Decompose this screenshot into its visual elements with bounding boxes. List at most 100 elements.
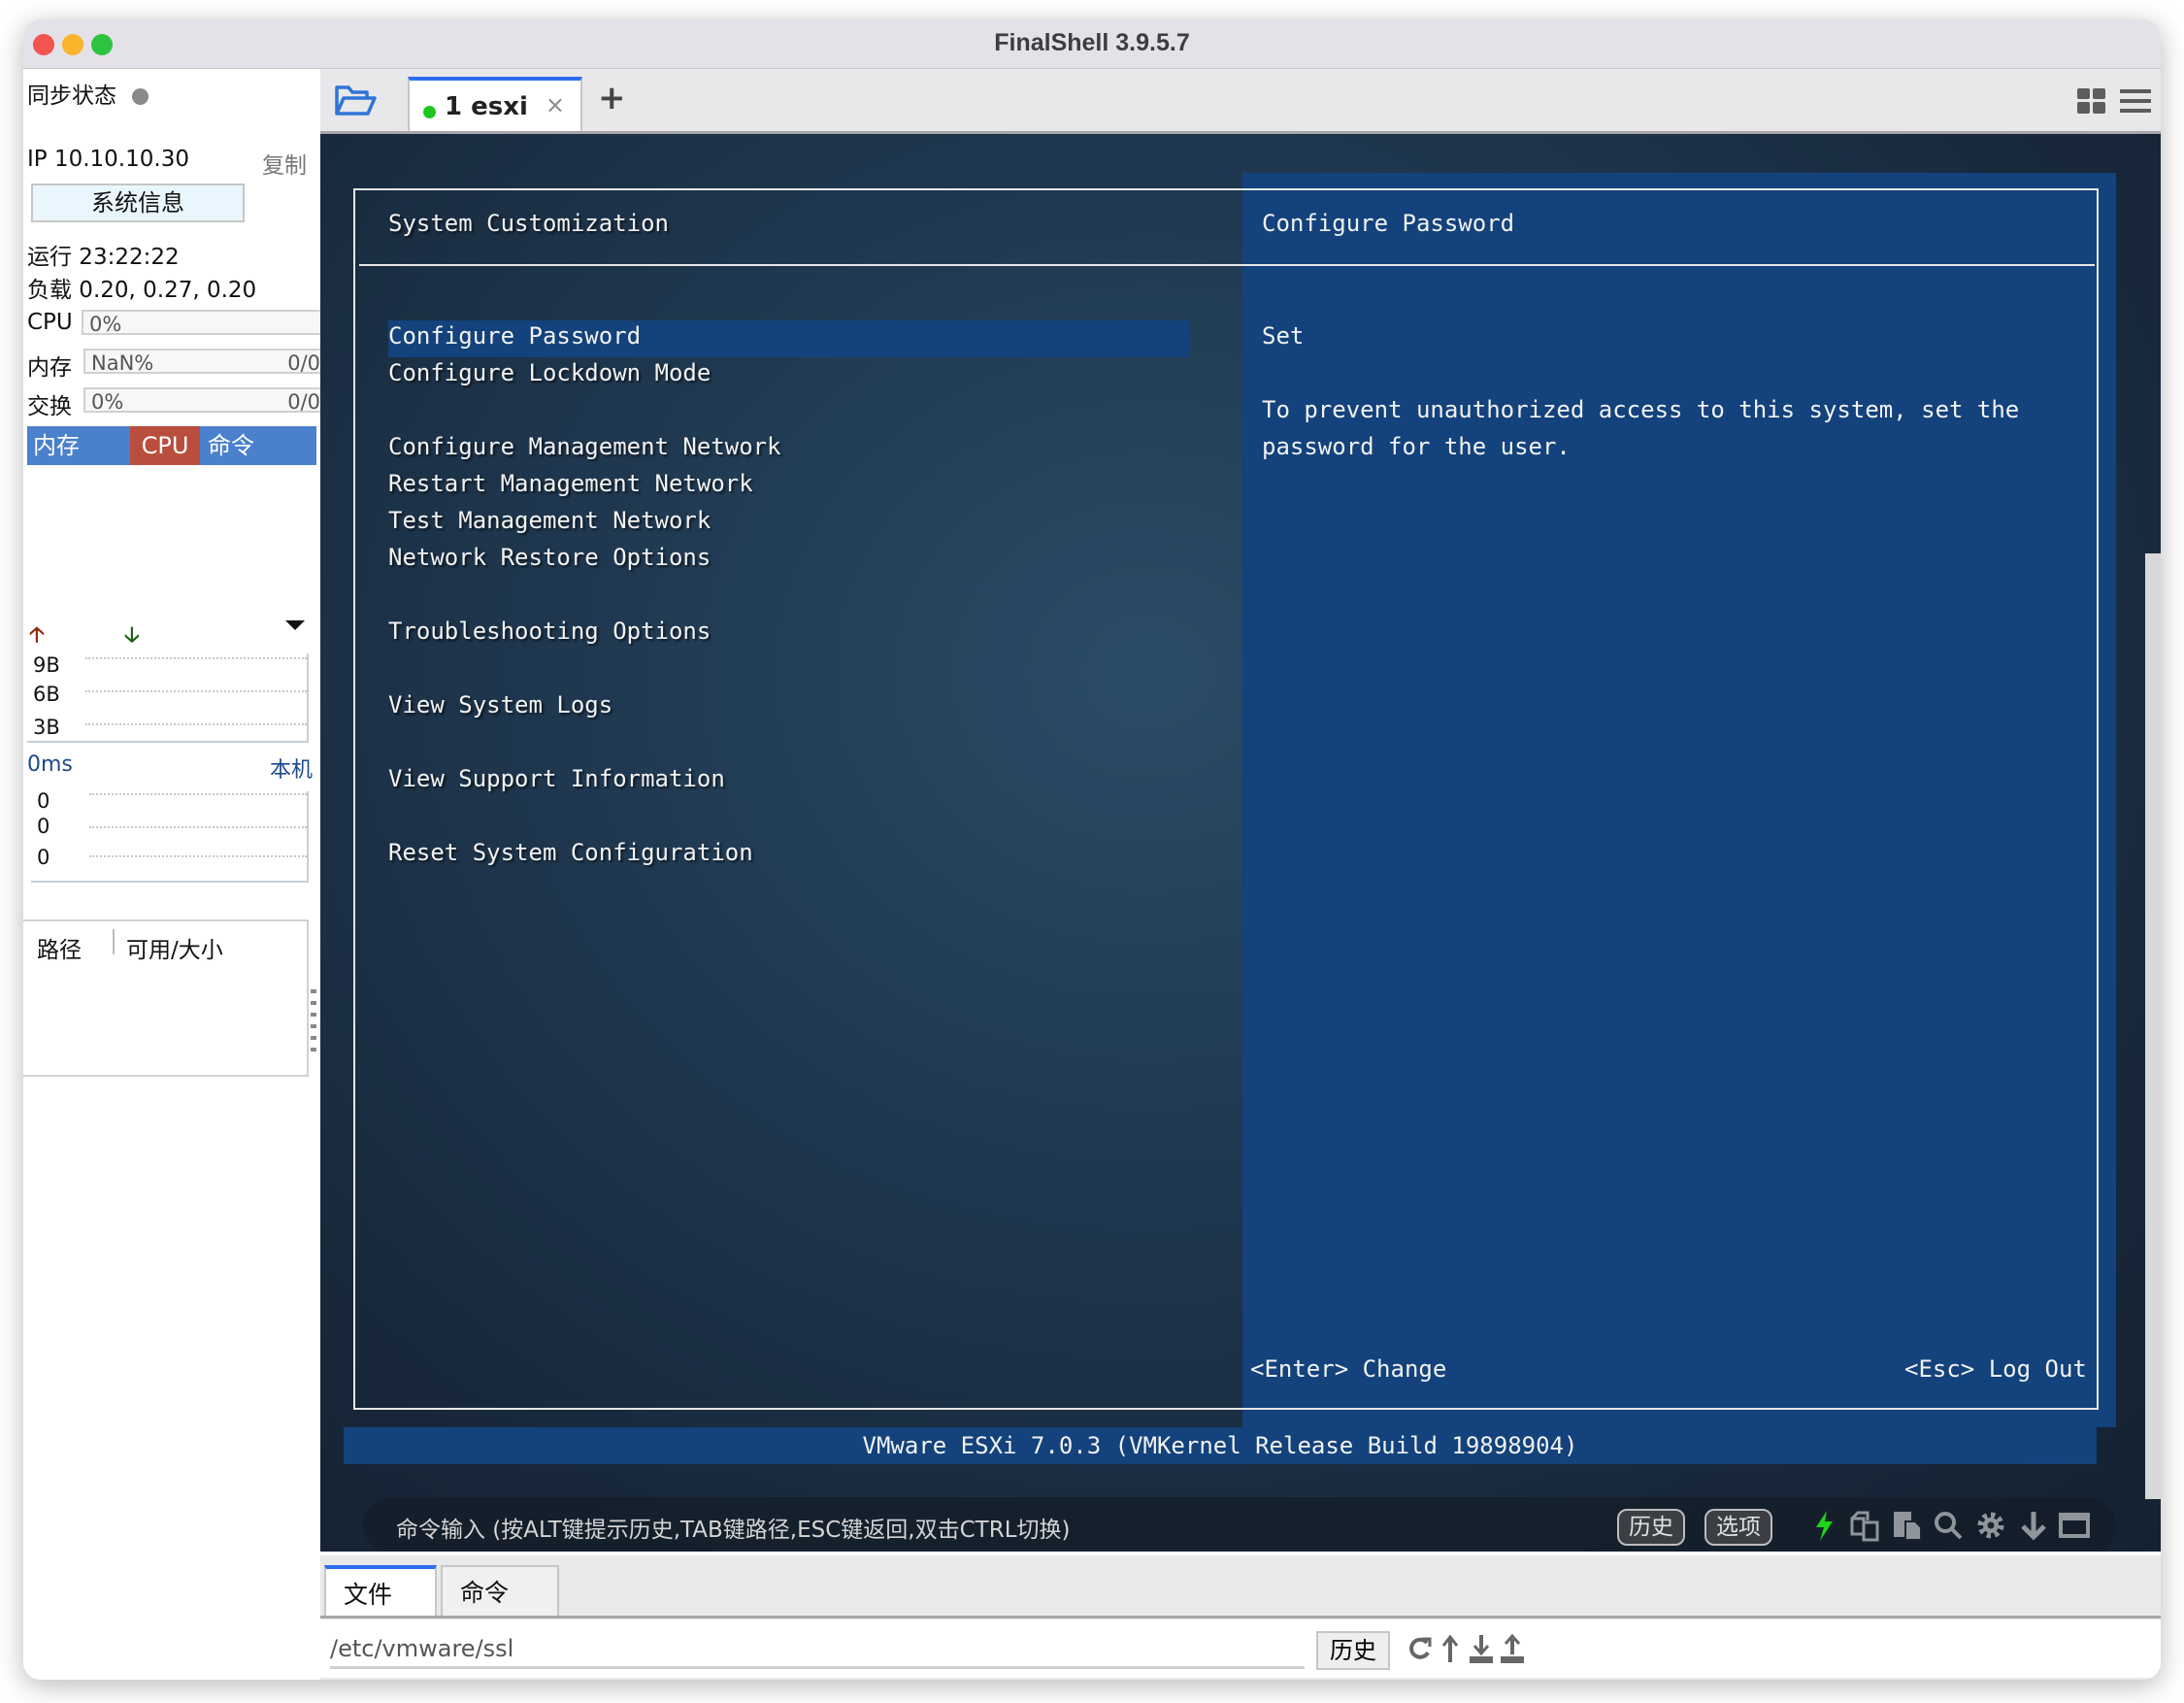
memory-meter-detail: 0/0 [287, 351, 320, 375]
terminal-view[interactable]: System Customization Configure Password … [320, 134, 2161, 1552]
path-bar: /etc/vmware/ssl 历史 [320, 1620, 2161, 1678]
refresh-icon[interactable] [1406, 1633, 1433, 1664]
menu-item-troubleshooting-options[interactable]: Troubleshooting Options [388, 618, 711, 645]
session-tab-bar: 1 esxi × + [320, 69, 2161, 134]
ping-target[interactable]: 本机 [270, 752, 313, 784]
process-tabs: 内存 CPU 命令 [27, 426, 316, 465]
detail-description-line-2: password for the user. [1262, 433, 1571, 460]
ping-y-label: 0 [37, 789, 50, 813]
network-graph: 9B 6B 3B [27, 653, 309, 743]
grid-view-icon[interactable] [2077, 88, 2105, 114]
grid-line [85, 723, 307, 725]
network-interface-dropdown-icon[interactable] [285, 620, 305, 630]
grid-line [89, 793, 307, 795]
menu-item-view-system-logs[interactable]: View System Logs [388, 691, 612, 718]
swap-meter-value: 0% [91, 390, 124, 414]
layout-toggle [2077, 88, 2151, 114]
close-tab-icon[interactable]: × [546, 91, 565, 118]
sync-status: 同步状态 [27, 77, 149, 110]
disk-table: 路径 可用/大小 [23, 919, 309, 1077]
hint-enter-change: <Enter> Change [1250, 1355, 1447, 1383]
command-input[interactable]: 命令输入 (按ALT键提示历史,TAB键路径,ESC键返回,双击CTRL切换) [396, 1511, 1071, 1544]
up-dir-icon[interactable] [1437, 1633, 1464, 1664]
network-y-label: 9B [33, 653, 60, 677]
tab-commands[interactable]: 命令 [441, 1565, 559, 1618]
maximize-icon[interactable] [2058, 1509, 2091, 1542]
swap-meter: 0% 0/0 [83, 387, 328, 414]
ping-latency: 0ms [27, 752, 73, 777]
tab-divider [320, 1616, 2161, 1619]
ping-y-label: 0 [37, 815, 50, 838]
left-panel-title: System Customization [388, 210, 669, 237]
ping-graph: 0 0 0 [31, 789, 309, 883]
menu-item-configure-lockdown-mode[interactable]: Configure Lockdown Mode [388, 359, 711, 386]
cpu-meter-value: 0% [89, 313, 122, 336]
sync-status-label: 同步状态 [27, 83, 116, 109]
tab-cpu[interactable]: CPU [130, 426, 200, 465]
copy-icon[interactable] [1848, 1509, 1881, 1542]
esxi-version-footer: VMware ESXi 7.0.3 (VMKernel Release Buil… [344, 1427, 2097, 1464]
gear-icon[interactable] [1974, 1509, 2007, 1542]
menu-item-configure-management-network[interactable]: Configure Management Network [388, 433, 781, 460]
add-tab-button[interactable]: + [598, 79, 626, 117]
tab-command[interactable]: 命令 [204, 426, 254, 465]
uptime: 运行 23:22:22 [27, 245, 180, 270]
sidebar: 同步状态 IP 10.10.10.30 复制 系统信息 运行 23:22:22 … [23, 69, 328, 1680]
sidebar-splitter-handle[interactable] [311, 989, 316, 1057]
ping-header: 0ms 本机 [27, 752, 318, 783]
cpu-meter: 0% [82, 310, 328, 336]
copy-ip-button[interactable]: 复制 [262, 147, 307, 180]
arrow-down-icon: 🡣 [124, 623, 140, 648]
right-panel-title: Configure Password [1262, 210, 1515, 237]
terminal-scrollbar[interactable] [2145, 553, 2161, 1499]
path-history-button[interactable]: 历史 [1316, 1631, 1390, 1670]
menu-item-restart-management-network[interactable]: Restart Management Network [388, 470, 753, 497]
grid-line [85, 690, 307, 692]
menu-item-test-management-network[interactable]: Test Management Network [388, 507, 711, 534]
password-status: Set [1262, 322, 1305, 350]
sync-status-dot-icon [132, 88, 149, 105]
grid-line [85, 657, 307, 659]
lightning-icon[interactable] [1807, 1509, 1840, 1542]
arrow-up-icon: 🡡 [29, 623, 45, 648]
tab-session-esxi[interactable]: 1 esxi × [408, 77, 582, 131]
tab-files[interactable]: 文件 [324, 1565, 437, 1618]
network-y-label: 6B [33, 683, 60, 706]
disk-size-header[interactable]: 可用/大小 [126, 931, 223, 964]
memory-meter: NaN% 0/0 [83, 349, 328, 375]
column-divider[interactable] [113, 929, 115, 954]
ip-address: IP 10.10.10.30 [27, 147, 189, 172]
network-header: 🡡 🡣 [27, 618, 318, 648]
list-view-icon[interactable] [2120, 89, 2151, 113]
tab-memory[interactable]: 内存 [27, 426, 136, 465]
paste-icon[interactable] [1891, 1509, 1924, 1542]
app-window: FinalShell 3.9.5.7 同步状态 IP 10.10.10.30 复… [23, 19, 2161, 1680]
system-info-button[interactable]: 系统信息 [31, 184, 245, 222]
load-average: 负载 0.20, 0.27, 0.20 [27, 278, 257, 303]
folder-icon[interactable] [334, 83, 377, 117]
detail-description-line-1: To prevent unauthorized access to this s… [1262, 396, 2020, 423]
memory-meter-label: 内存 [27, 355, 72, 381]
download-icon[interactable] [1468, 1633, 1495, 1664]
download-icon[interactable] [2017, 1509, 2050, 1542]
menu-item-network-restore-options[interactable]: Network Restore Options [388, 544, 711, 571]
swap-meter-label: 交换 [27, 394, 72, 419]
command-bar: 命令输入 (按ALT键提示历史,TAB键路径,ESC键返回,双击CTRL切换) … [363, 1497, 2116, 1552]
cpu-meter-label: CPU [27, 310, 73, 335]
disk-path-header[interactable]: 路径 [37, 931, 82, 964]
options-button[interactable]: 选项 [1704, 1509, 1772, 1546]
window-title: FinalShell 3.9.5.7 [994, 29, 1190, 56]
history-button[interactable]: 历史 [1617, 1509, 1685, 1546]
menu-item-configure-password[interactable]: Configure Password [388, 322, 641, 350]
menu-item-view-support-information[interactable]: View Support Information [388, 765, 725, 792]
ping-y-label: 0 [37, 846, 50, 869]
upload-icon[interactable] [1499, 1633, 1526, 1664]
connected-status-icon [423, 106, 436, 118]
tab-label: 1 esxi [445, 92, 528, 121]
grid-line [89, 826, 307, 828]
search-icon[interactable] [1932, 1509, 1965, 1542]
path-input[interactable]: /etc/vmware/ssl [330, 1631, 1305, 1669]
memory-meter-value: NaN% [91, 351, 154, 375]
title-bar: FinalShell 3.9.5.7 [23, 19, 2161, 69]
menu-item-reset-system-configuration[interactable]: Reset System Configuration [388, 839, 753, 866]
